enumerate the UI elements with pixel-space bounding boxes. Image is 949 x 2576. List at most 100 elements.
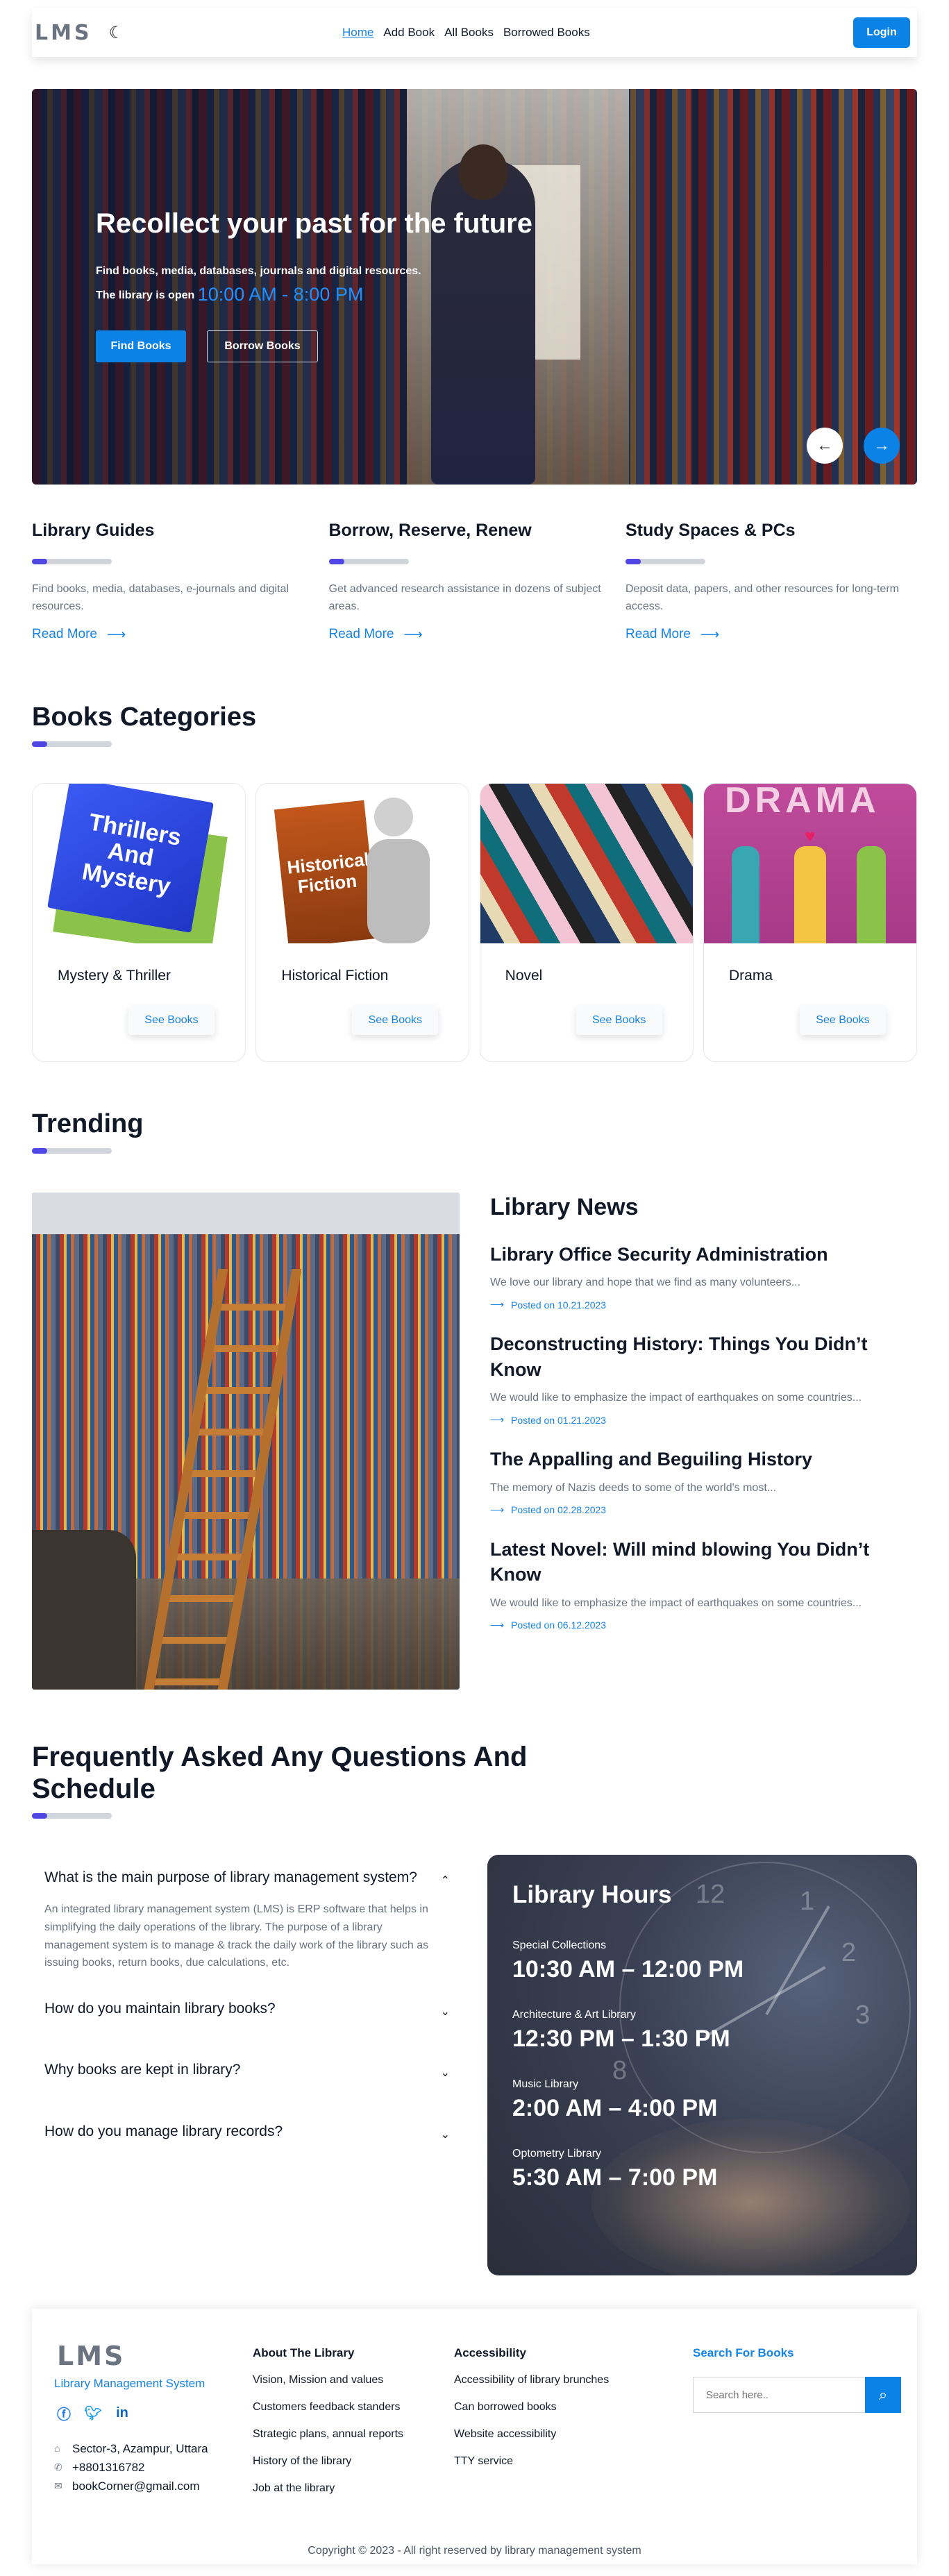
nav-borrowed-books[interactable]: Borrowed Books bbox=[503, 26, 590, 40]
faq-question-text[interactable]: What is the main purpose of library mana… bbox=[44, 1869, 417, 1885]
see-books-button[interactable]: See Books bbox=[799, 1006, 886, 1035]
hand-background bbox=[591, 2119, 911, 2275]
category-name: Novel bbox=[505, 968, 543, 984]
find-books-button[interactable]: Find Books bbox=[96, 330, 186, 362]
category-card-drama[interactable]: DRAMA ♥ Drama See Books bbox=[703, 783, 917, 1062]
info-card-text: Find books, media, databases, e-journals… bbox=[32, 583, 289, 612]
footer-logo[interactable]: LMS bbox=[57, 2341, 125, 2371]
borrow-books-button[interactable]: Borrow Books bbox=[207, 330, 318, 362]
news-item-title[interactable]: Latest Novel: Will mind blowing You Didn… bbox=[490, 1537, 917, 1588]
linkedin-icon[interactable]: in bbox=[112, 2403, 132, 2423]
phone-icon: ✆ bbox=[54, 2461, 62, 2473]
nav-add-book[interactable]: Add Book bbox=[383, 26, 435, 40]
footer-link[interactable]: TTY service bbox=[454, 2455, 609, 2468]
read-more-label[interactable]: Read More bbox=[329, 627, 394, 642]
info-card-title: Library Guides bbox=[32, 521, 155, 540]
nav-all-books[interactable]: All Books bbox=[444, 26, 494, 40]
search-input[interactable] bbox=[693, 2377, 865, 2413]
footer-link[interactable]: Accessibility of library brunches bbox=[454, 2374, 609, 2386]
see-books-button[interactable]: See Books bbox=[576, 1006, 662, 1035]
copyright: Copyright © 2023 - All right reserved by… bbox=[308, 2545, 641, 2557]
mail-icon: ✉ bbox=[54, 2480, 62, 2491]
facebook-icon[interactable]: ⓕ bbox=[54, 2403, 74, 2423]
nav-home[interactable]: Home bbox=[342, 26, 373, 40]
arrow-right-icon: ⟶ bbox=[490, 1299, 505, 1311]
news-item-title[interactable]: Deconstructing History: Things You Didn’… bbox=[490, 1331, 917, 1382]
read-more-link[interactable]: Read More ⟶ bbox=[625, 627, 917, 643]
email-text[interactable]: bookCorner@gmail.com bbox=[72, 2477, 200, 2495]
see-books-button[interactable]: See Books bbox=[128, 1006, 215, 1035]
clock-numeral: 12 bbox=[696, 1880, 725, 1909]
faq-question-text[interactable]: Why books are kept in library? bbox=[44, 2062, 240, 2078]
category-image-historical: Historical Fiction bbox=[256, 784, 469, 943]
arrow-right-icon[interactable]: → bbox=[864, 428, 900, 464]
hours-slot-time: 2:00 AM – 4:00 PM bbox=[512, 2095, 718, 2121]
faq-question[interactable]: What is the main purpose of library mana… bbox=[32, 1855, 460, 1901]
trending-image bbox=[32, 1193, 460, 1690]
about-title: About The Library bbox=[253, 2346, 355, 2359]
faq-question-text[interactable]: How do you maintain library books? bbox=[44, 2001, 276, 2017]
category-card-mystery[interactable]: Thrillers And Mystery Mystery & Thriller… bbox=[32, 783, 246, 1062]
category-name: Historical Fiction bbox=[281, 968, 389, 984]
arrow-right-icon: ⟶ bbox=[403, 627, 423, 642]
faq-question[interactable]: How do you manage library records? ⌄ bbox=[32, 2109, 460, 2155]
read-more-link[interactable]: Read More ⟶ bbox=[32, 627, 324, 643]
chevron-up-icon[interactable]: ⌃ bbox=[441, 1873, 450, 1889]
news-item[interactable]: Deconstructing History: Things You Didn’… bbox=[490, 1331, 917, 1426]
library-news: Library News Library Office Security Adm… bbox=[490, 1193, 917, 1631]
footer-link[interactable]: Website accessibility bbox=[454, 2428, 609, 2441]
read-more-label[interactable]: Read More bbox=[32, 627, 97, 642]
read-more-link[interactable]: Read More ⟶ bbox=[329, 627, 621, 643]
faq-question[interactable]: Why books are kept in library? ⌄ bbox=[32, 2047, 460, 2093]
footer-link[interactable]: Strategic plans, annual reports bbox=[253, 2428, 403, 2441]
info-card-guides: Library Guides Find books, media, databa… bbox=[32, 521, 324, 643]
phone-row: ✆ +8801316782 bbox=[54, 2458, 208, 2477]
title-underline bbox=[32, 741, 112, 747]
arrow-right-icon: ⟶ bbox=[700, 627, 720, 642]
news-item-title[interactable]: Library Office Security Administration bbox=[490, 1242, 917, 1267]
footer-link[interactable]: Job at the library bbox=[253, 2482, 403, 2495]
contact-info: ⌂ Sector-3, Azampur, Uttara ✆ +8801316782 … bbox=[54, 2439, 208, 2495]
category-image-mystery: Thrillers And Mystery bbox=[33, 784, 245, 943]
hero-title: Recollect your past for the future bbox=[96, 208, 532, 239]
moon-icon[interactable]: ☾ bbox=[109, 23, 124, 43]
twitter-icon[interactable]: 🐦︎ bbox=[83, 2403, 103, 2423]
footer-link[interactable]: History of the library bbox=[253, 2455, 403, 2468]
chevron-down-icon[interactable]: ⌄ bbox=[441, 2004, 450, 2020]
footer-link[interactable]: Customers feedback standers bbox=[253, 2401, 403, 2414]
chevron-down-icon[interactable]: ⌄ bbox=[441, 2065, 450, 2081]
news-title: Library News bbox=[490, 1194, 639, 1220]
news-item[interactable]: Latest Novel: Will mind blowing You Didn… bbox=[490, 1537, 917, 1631]
footer: LMS Library Management System ⓕ 🐦︎ in ⌂ S… bbox=[32, 2309, 917, 2564]
faq-question-text[interactable]: How do you manage library records? bbox=[44, 2123, 283, 2139]
hours-slot-label: Optometry Library bbox=[512, 2148, 602, 2160]
arrow-left-icon[interactable]: ← bbox=[807, 428, 843, 464]
news-item-title[interactable]: The Appalling and Beguiling History bbox=[490, 1447, 917, 1472]
chevron-down-icon[interactable]: ⌄ bbox=[441, 2127, 450, 2143]
arrow-right-icon: ⟶ bbox=[107, 627, 126, 642]
footer-link[interactable]: Vision, Mission and values bbox=[253, 2374, 403, 2386]
news-item-text: We would like to emphasize the impact of… bbox=[490, 1597, 862, 1609]
info-section: Library Guides Find books, media, databa… bbox=[32, 521, 917, 643]
info-card-borrow: Borrow, Reserve, Renew Get advanced rese… bbox=[328, 521, 621, 643]
see-books-button[interactable]: See Books bbox=[352, 1006, 439, 1035]
news-item[interactable]: Library Office Security Administration W… bbox=[490, 1242, 917, 1311]
login-button[interactable]: Login bbox=[853, 17, 910, 48]
search-icon[interactable]: ⌕ bbox=[865, 2377, 901, 2413]
home-icon: ⌂ bbox=[54, 2443, 60, 2454]
hours-slot-label: Music Library bbox=[512, 2078, 579, 2090]
faq-question[interactable]: How do you maintain library books? ⌄ bbox=[32, 1986, 460, 2032]
hero-person bbox=[431, 158, 535, 485]
category-card-historical[interactable]: Historical Fiction Historical Fiction Se… bbox=[255, 783, 470, 1062]
hours-slot-label: Special Collections bbox=[512, 1939, 607, 1951]
category-card-novel[interactable]: Novel See Books bbox=[479, 783, 694, 1062]
hours-slot: Music Library 2:00 AM – 4:00 PM bbox=[512, 2078, 717, 2122]
logo[interactable]: LMS bbox=[35, 21, 92, 45]
footer-link[interactable]: Can borrowed books bbox=[454, 2401, 609, 2414]
category-image-text: DRAMA bbox=[724, 784, 880, 820]
main-menu: Home Add Book All Books Borrowed Books bbox=[342, 26, 590, 40]
search-title: Search For Books bbox=[693, 2346, 794, 2359]
ceiling bbox=[32, 1193, 460, 1234]
read-more-label[interactable]: Read More bbox=[625, 627, 691, 642]
news-item[interactable]: The Appalling and Beguiling History The … bbox=[490, 1447, 917, 1515]
